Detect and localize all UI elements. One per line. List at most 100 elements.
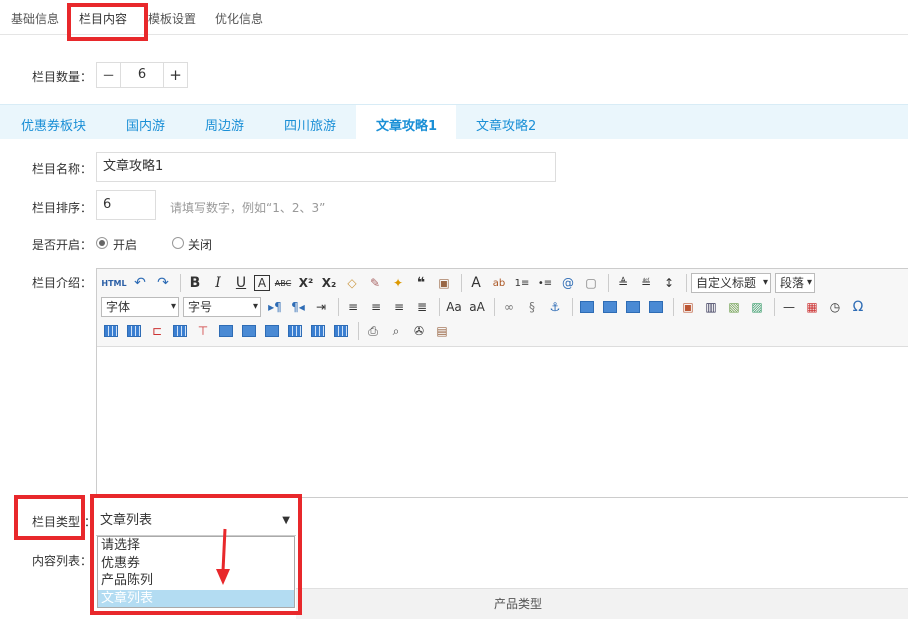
type-select[interactable]: 文章列表 ▼ (96, 506, 296, 536)
align-justify-icon[interactable]: ≣ (412, 297, 432, 317)
redo-icon[interactable]: ↷ (153, 273, 173, 293)
tab-nearby[interactable]: 周边游 (205, 115, 244, 134)
html-source-button[interactable]: HTML (101, 273, 127, 293)
time-icon[interactable]: ◷ (825, 297, 845, 317)
drafts-icon[interactable]: ▤ (432, 321, 452, 341)
split-cells-icon[interactable] (331, 321, 351, 341)
delete-table-icon[interactable] (124, 321, 144, 341)
option-article-list[interactable]: 文章列表 (98, 589, 294, 607)
font-border-icon[interactable]: A (254, 275, 270, 291)
toolbar-row-1: HTML ↶ ↷ B I U A ABC X² X₂ ◇ ✎ ✦ ❝ ▣ A a… (101, 272, 819, 294)
delete-row-icon[interactable]: ⊤ (193, 321, 213, 341)
ordered-list-icon[interactable]: 1≡ (512, 273, 532, 293)
tab-sichuan[interactable]: 四川旅游 (284, 115, 336, 134)
image-float-none-icon[interactable] (577, 297, 597, 317)
down-arrow-icon (216, 528, 230, 585)
enable-label: 是否开启： (32, 238, 93, 252)
image-float-left-icon[interactable] (600, 297, 620, 317)
unordered-list-icon[interactable]: •≡ (535, 273, 555, 293)
line-height-icon[interactable]: ↕ (659, 273, 679, 293)
order-input[interactable]: 6 (96, 190, 156, 220)
heading-select[interactable]: 自定义标题 (691, 273, 771, 293)
superscript-icon[interactable]: X² (296, 273, 316, 293)
special-char-icon[interactable]: Ω (848, 297, 868, 317)
type-options-list: 请选择 优惠券 产品陈列 文章列表 (97, 536, 295, 608)
italic-icon[interactable]: I (208, 273, 228, 293)
paste-icon[interactable]: ▣ (434, 273, 454, 293)
tab-template-settings[interactable]: 模板设置 (148, 10, 196, 27)
ltr-icon[interactable]: ▸¶ (265, 297, 285, 317)
rtl-icon[interactable]: ¶◂ (288, 297, 308, 317)
horizontal-rule-icon[interactable]: — (779, 297, 799, 317)
option-coupon[interactable]: 优惠券 (98, 555, 294, 573)
font-size-select[interactable]: 字号 (183, 297, 261, 317)
insert-table-icon[interactable] (101, 321, 121, 341)
tab-seo-info[interactable]: 优化信息 (215, 10, 263, 27)
type-label-colon: ： (84, 515, 97, 529)
radio-on[interactable] (96, 237, 108, 249)
bold-icon[interactable]: B (185, 273, 205, 293)
font-color-icon[interactable]: A (466, 273, 486, 293)
tab-column-content[interactable]: 栏目内容 (79, 10, 127, 27)
tab-coupon[interactable]: 优惠券板块 (21, 115, 86, 134)
highlight-color-icon[interactable]: ab (489, 273, 509, 293)
radio-off[interactable] (172, 237, 184, 249)
insert-gmap-icon[interactable]: ▨ (747, 297, 767, 317)
name-input[interactable]: 文章攻略1 (96, 152, 556, 182)
eraser-icon[interactable]: ◇ (342, 273, 362, 293)
insert-paragraph-before-icon[interactable]: ⊏ (147, 321, 167, 341)
option-product-display[interactable]: 产品陈列 (98, 572, 294, 590)
merge-cells-icon[interactable] (262, 321, 282, 341)
merge-right-icon[interactable] (285, 321, 305, 341)
case-upper-icon[interactable]: Aa (444, 297, 464, 317)
format-brush-icon[interactable]: ✎ (365, 273, 385, 293)
paragraph-select[interactable]: 段落 (775, 273, 815, 293)
unlink-icon[interactable]: § (522, 297, 542, 317)
image-float-right-icon[interactable] (623, 297, 643, 317)
insert-map-icon[interactable]: ▧ (724, 297, 744, 317)
align-right-icon[interactable]: ≡ (389, 297, 409, 317)
decrement-button[interactable]: − (97, 63, 121, 87)
align-center-icon[interactable]: ≡ (366, 297, 386, 317)
anchor-icon[interactable]: ⚓ (545, 297, 565, 317)
tab-basic-info[interactable]: 基础信息 (11, 10, 59, 27)
insert-video-icon[interactable]: ▥ (701, 297, 721, 317)
strikethrough-icon[interactable]: ABC (273, 273, 293, 293)
underline-icon[interactable]: U (231, 273, 251, 293)
tab-article-1[interactable]: 文章攻略1 (376, 115, 437, 134)
merge-down-icon[interactable] (308, 321, 328, 341)
insert-col-icon[interactable] (216, 321, 236, 341)
align-left-icon[interactable]: ≡ (343, 297, 363, 317)
anchor-at-icon[interactable]: @ (558, 273, 578, 293)
option-please-select[interactable]: 请选择 (98, 537, 294, 555)
subscript-icon[interactable]: X₂ (319, 273, 339, 293)
delete-col-icon[interactable] (239, 321, 259, 341)
image-center-icon[interactable] (646, 297, 666, 317)
table-header-product-type: 产品类型 (494, 597, 543, 611)
insert-row-icon[interactable] (170, 321, 190, 341)
tab-domestic[interactable]: 国内游 (126, 115, 165, 134)
radio-off-label: 关闭 (188, 238, 213, 252)
insert-image-icon[interactable]: ▣ (678, 297, 698, 317)
column-tab-bar: 优惠券板块 国内游 周边游 四川旅游 文章攻略1 文章攻略2 (0, 104, 908, 140)
font-family-select[interactable]: 字体 (101, 297, 179, 317)
quantity-value[interactable]: 6 (121, 63, 163, 87)
row-spacing-top-icon[interactable]: ≜ (613, 273, 633, 293)
date-icon[interactable]: ▦ (802, 297, 822, 317)
intro-label: 栏目介绍： (32, 276, 93, 290)
order-hint: 请填写数字，例如“1、2、3” (170, 201, 326, 215)
row-spacing-bottom-icon[interactable]: ≝ (636, 273, 656, 293)
preview-icon[interactable]: ⌕ (386, 321, 406, 341)
link-icon[interactable]: ∞ (499, 297, 519, 317)
tab-article-2[interactable]: 文章攻略2 (476, 115, 536, 134)
print-icon[interactable]: ⎙ (363, 321, 383, 341)
page-icon[interactable]: ▢ (581, 273, 601, 293)
indent-icon[interactable]: ⇥ (311, 297, 331, 317)
magic-icon[interactable]: ✦ (388, 273, 408, 293)
case-lower-icon[interactable]: aA (467, 297, 487, 317)
undo-icon[interactable]: ↶ (130, 273, 150, 293)
rich-text-editor: HTML ↶ ↷ B I U A ABC X² X₂ ◇ ✎ ✦ ❝ ▣ A a… (96, 268, 908, 498)
search-replace-icon[interactable]: ✇ (409, 321, 429, 341)
increment-button[interactable]: + (163, 63, 187, 87)
quote-icon[interactable]: ❝ (411, 273, 431, 293)
